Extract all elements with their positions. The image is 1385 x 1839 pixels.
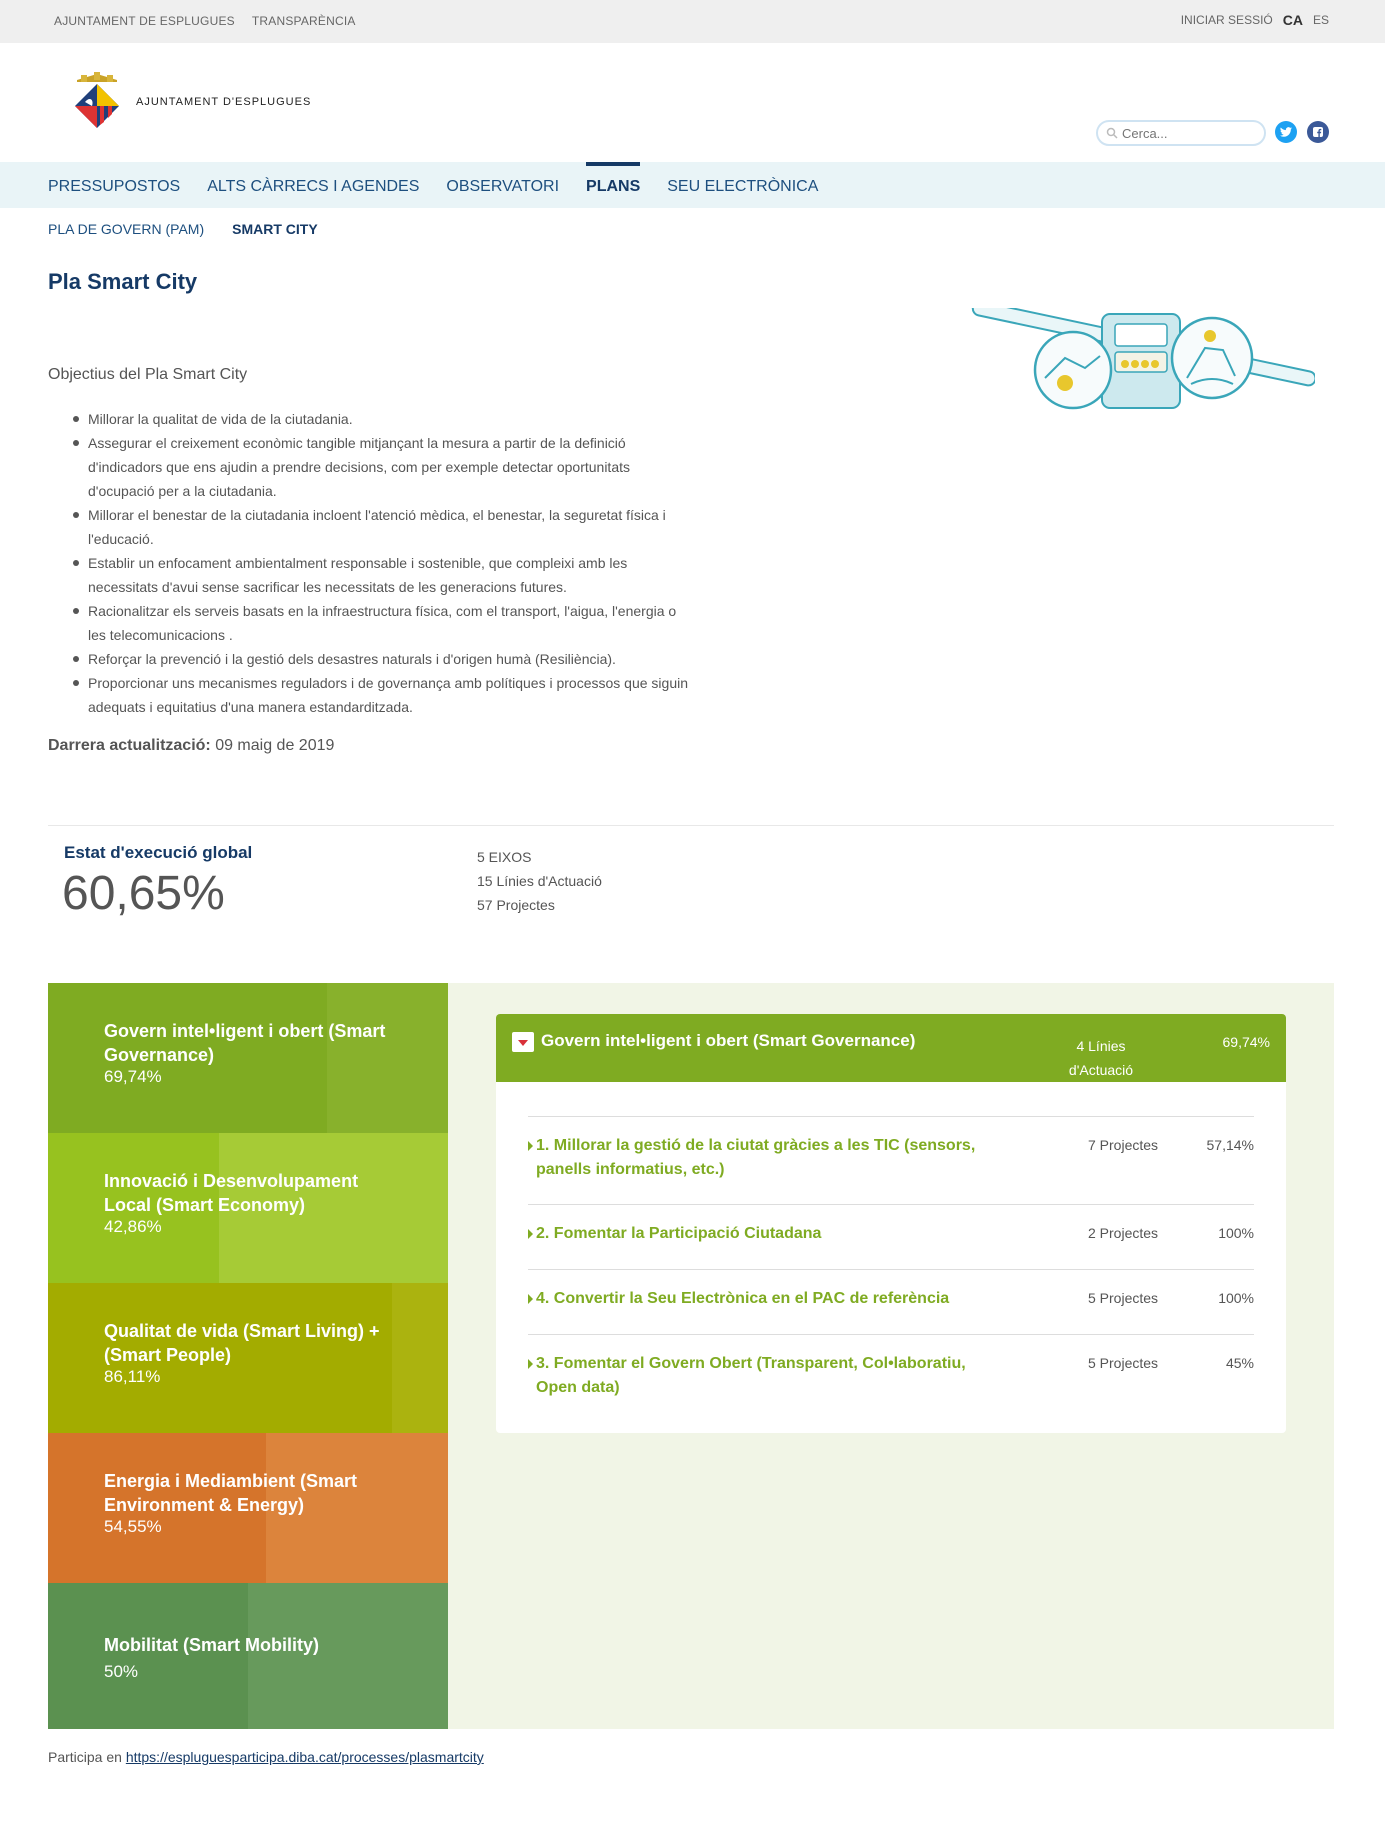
axis-percent: 86,11% (104, 1367, 161, 1386)
action-line-row[interactable]: 4. Convertir la Seu Electrònica en el PA… (528, 1269, 1254, 1334)
objective-item: Millorar el benestar de la ciutadania in… (73, 503, 688, 551)
card-title: Govern intel•ligent i obert (Smart Gover… (541, 1031, 916, 1050)
nav-pressupostos[interactable]: PRESSUPOSTOS (48, 162, 180, 208)
section-divider (48, 825, 1334, 826)
logo[interactable]: AJUNTAMENT D'ESPLUGUES (72, 72, 311, 132)
axis-percent: 54,55% (104, 1517, 162, 1536)
facebook-button[interactable] (1307, 121, 1329, 143)
axis-title: Innovació i Desenvolupament Local (Smart… (104, 1171, 359, 1215)
axis-percent: 69,74% (104, 1067, 162, 1086)
action-line-percent: 100% (1218, 1290, 1254, 1306)
axis-smart-environment[interactable]: Energia i Mediambient (Smart Environment… (48, 1433, 448, 1583)
main-nav: PRESSUPOSTOS ALTS CÀRRECS I AGENDES OBSE… (0, 162, 1385, 208)
axis-percent: 50% (104, 1662, 139, 1681)
axis-smart-economy[interactable]: Innovació i Desenvolupament Local (Smart… (48, 1133, 448, 1283)
login-link[interactable]: INICIAR SESSIÓ (1181, 13, 1273, 27)
axis-detail-card: Govern intel•ligent i obert (Smart Gover… (496, 1014, 1286, 1433)
top-links: AJUNTAMENT DE ESPLUGUES TRANSPARÈNCIA (54, 14, 356, 28)
org-name: AJUNTAMENT D'ESPLUGUES (136, 96, 312, 108)
lang-ca[interactable]: CA (1283, 12, 1303, 28)
participa-text: Participa en (48, 1749, 122, 1765)
stat-projectes: 57 Projectes (477, 897, 555, 913)
nav-seu-electronica[interactable]: SEU ELECTRÒNICA (667, 162, 818, 208)
coat-of-arms-icon (75, 72, 119, 128)
twitter-icon (1280, 127, 1292, 137)
objective-item: Racionalitzar els serveis basats en la i… (73, 599, 688, 647)
collapse-toggle-icon[interactable] (512, 1032, 534, 1052)
action-line-name[interactable]: 4. Convertir la Seu Electrònica en el PA… (528, 1287, 988, 1311)
lang-es[interactable]: ES (1313, 13, 1329, 27)
action-line-row[interactable]: 1. Millorar la gestió de la ciutat gràci… (528, 1116, 1254, 1204)
objective-item: Reforçar la prevenció i la gestió dels d… (73, 647, 688, 671)
nav-alts-carrecs[interactable]: ALTS CÀRRECS I AGENDES (207, 162, 419, 208)
objectives-list: Millorar la qualitat de vida de la ciuta… (73, 407, 688, 719)
twitter-button[interactable] (1275, 121, 1297, 143)
action-line-row[interactable]: 2. Fomentar la Participació Ciutadana 2 … (528, 1204, 1254, 1269)
action-line-row[interactable]: 3. Fomentar el Govern Obert (Transparent… (528, 1334, 1254, 1424)
last-updated-value: 09 maig de 2019 (215, 737, 335, 754)
action-line-projects: 7 Projectes (1088, 1137, 1159, 1153)
axis-smart-governance[interactable]: Govern intel•ligent i obert (Smart Gover… (48, 983, 448, 1133)
nav-plans[interactable]: PLANS (586, 162, 641, 208)
participa-line: Participa en https://espluguesparticipa.… (48, 1749, 484, 1765)
objective-item: Assegurar el creixement econòmic tangibl… (73, 431, 688, 503)
subnav-smart-city[interactable]: SMART CITY (232, 221, 318, 237)
top-link-transparencia[interactable]: TRANSPARÈNCIA (252, 14, 356, 28)
action-line-projects: 5 Projectes (1088, 1290, 1159, 1306)
stat-eixos: 5 EIXOS (477, 849, 532, 865)
smart-city-illustration (971, 308, 1315, 410)
subnav-pla-de-govern[interactable]: PLA DE GOVERN (PAM) (48, 221, 204, 237)
last-updated-label: Darrera actualització: (48, 737, 211, 754)
axis-title: Energia i Mediambient (Smart Environment… (104, 1471, 358, 1515)
top-right: INICIAR SESSIÓ CA ES (1181, 12, 1329, 28)
search-box (1096, 120, 1266, 146)
search-icon (1106, 127, 1118, 139)
global-status-label: Estat d'execució global (64, 843, 253, 862)
action-line-name[interactable]: 2. Fomentar la Participació Ciutadana (528, 1222, 988, 1246)
top-link-ajuntament[interactable]: AJUNTAMENT DE ESPLUGUES (54, 14, 235, 28)
facebook-icon (1313, 127, 1323, 137)
action-line-percent: 57,14% (1206, 1137, 1254, 1153)
stat-linies: 15 Línies d'Actuació (477, 873, 602, 889)
participa-link[interactable]: https://espluguesparticipa.diba.cat/proc… (126, 1749, 484, 1765)
card-percent: 69,74% (1222, 1034, 1270, 1050)
axis-title: Govern intel•ligent i obert (Smart Gover… (104, 1021, 386, 1065)
search-input[interactable] (1122, 125, 1262, 141)
objective-item: Proporcionar uns mecanismes reguladors i… (73, 671, 688, 719)
card-lines-count: 4 Línies d'Actuació (1068, 1038, 1134, 1078)
action-line-percent: 45% (1225, 1355, 1254, 1371)
objective-item: Millorar la qualitat de vida de la ciuta… (73, 407, 688, 431)
action-line-name[interactable]: 3. Fomentar el Govern Obert (Transparent… (528, 1352, 988, 1400)
action-line-percent: 100% (1218, 1225, 1254, 1241)
global-stats: 5 EIXOS 15 Línies d'Actuació 57 Projecte… (477, 845, 602, 917)
axis-title: Mobilitat (Smart Mobility) (104, 1635, 319, 1655)
axis-smart-mobility[interactable]: Mobilitat (Smart Mobility) 50% (48, 1583, 448, 1729)
axis-percent: 42,86% (104, 1217, 162, 1236)
objectives-title: Objectius del Pla Smart City (48, 366, 248, 383)
last-updated: Darrera actualització: 09 maig de 2019 (48, 737, 334, 755)
objective-item: Establir un enfocament ambientalment res… (73, 551, 688, 599)
action-line-projects: 2 Projectes (1088, 1225, 1159, 1241)
axis-smart-living[interactable]: Qualitat de vida (Smart Living) + (Smart… (48, 1283, 448, 1433)
action-line-name[interactable]: 1. Millorar la gestió de la ciutat gràci… (528, 1134, 988, 1182)
nav-observatori[interactable]: OBSERVATORI (446, 162, 559, 208)
top-bar: AJUNTAMENT DE ESPLUGUES TRANSPARÈNCIA IN… (0, 0, 1385, 43)
global-status-value: 60,65% (62, 867, 225, 920)
sub-nav: PLA DE GOVERN (PAM) SMART CITY (48, 221, 318, 237)
card-header[interactable]: Govern intel•ligent i obert (Smart Gover… (496, 1014, 1286, 1082)
axis-title: Qualitat de vida (Smart Living) + (Smart… (104, 1321, 380, 1365)
action-line-projects: 5 Projectes (1088, 1355, 1159, 1371)
page-title: Pla Smart City (48, 269, 198, 294)
